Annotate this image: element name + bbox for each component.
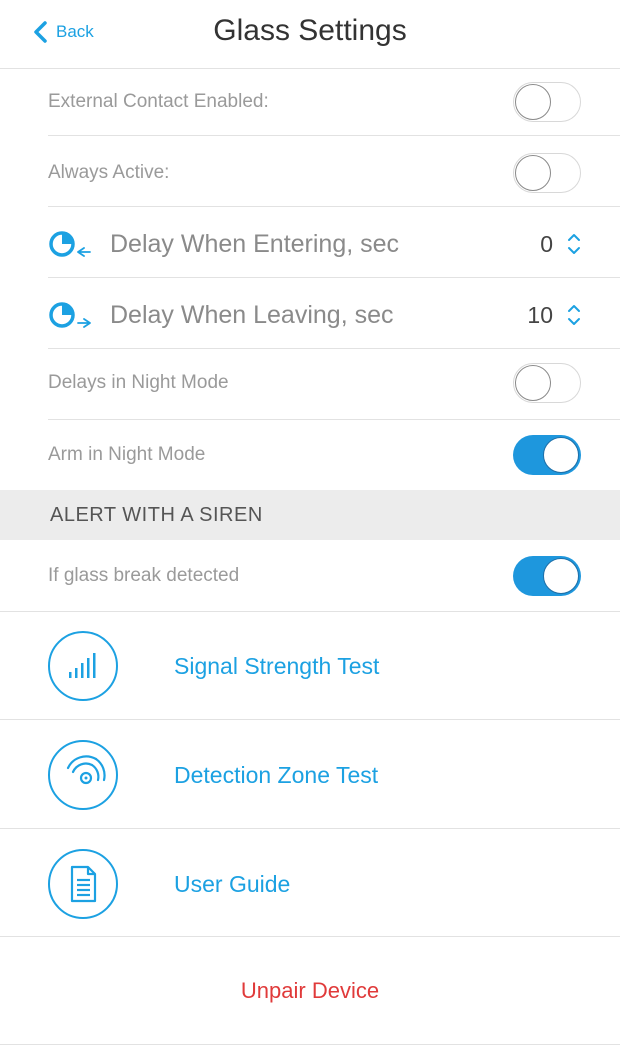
siren-section-header: ALERT WITH A SIREN <box>0 490 620 540</box>
arm-night-label: Arm in Night Mode <box>48 444 206 465</box>
delay-entering-stepper[interactable]: 0 <box>540 231 581 258</box>
delay-leaving-row: Delay When Leaving, sec 10 <box>48 293 581 337</box>
delays-night-label: Delays in Night Mode <box>48 372 229 393</box>
delay-leaving-stepper[interactable]: 10 <box>527 302 581 329</box>
signal-strength-icon <box>48 631 118 701</box>
divider <box>48 348 620 349</box>
always-active-toggle[interactable] <box>513 153 581 193</box>
divider <box>0 1044 620 1045</box>
unpair-device-button[interactable]: Unpair Device <box>0 978 620 1004</box>
stepper-arrows-icon[interactable] <box>567 303 581 327</box>
divider <box>48 135 620 136</box>
document-icon <box>48 849 118 919</box>
external-contact-label: External Contact Enabled: <box>48 91 269 112</box>
header: Back Glass Settings <box>0 0 620 68</box>
divider <box>0 936 620 937</box>
action-label: Signal Strength Test <box>174 652 380 679</box>
toggle-knob <box>515 84 551 120</box>
action-label: User Guide <box>174 870 291 897</box>
external-contact-row: External Contact Enabled: <box>48 80 581 124</box>
delays-night-row: Delays in Night Mode <box>48 361 581 405</box>
delay-leaving-value: 10 <box>527 301 553 328</box>
divider <box>0 719 620 720</box>
delay-entering-value: 0 <box>540 230 553 257</box>
glass-break-label: If glass break detected <box>48 565 240 586</box>
always-active-label: Always Active: <box>48 162 170 183</box>
timer-leaving-icon <box>49 302 91 328</box>
arm-night-toggle[interactable] <box>513 435 581 475</box>
divider <box>48 206 620 207</box>
signal-strength-test-button[interactable]: Signal Strength Test <box>48 629 608 703</box>
delay-entering-row: Delay When Entering, sec 0 <box>48 222 581 266</box>
stepper-arrows-icon[interactable] <box>567 232 581 256</box>
user-guide-button[interactable]: User Guide <box>48 847 608 921</box>
divider <box>48 277 620 278</box>
glass-break-row: If glass break detected <box>48 554 581 598</box>
detection-zone-icon <box>48 740 118 810</box>
toggle-knob <box>543 437 579 473</box>
toggle-knob <box>543 558 579 594</box>
delays-night-toggle[interactable] <box>513 363 581 403</box>
delay-entering-label: Delay When Entering, sec <box>110 229 400 258</box>
divider <box>0 68 620 69</box>
arm-night-row: Arm in Night Mode <box>48 433 581 477</box>
always-active-row: Always Active: <box>48 151 581 195</box>
divider <box>0 611 620 612</box>
divider <box>48 419 620 420</box>
detection-zone-test-button[interactable]: Detection Zone Test <box>48 738 608 812</box>
toggle-knob <box>515 155 551 191</box>
delay-leaving-label: Delay When Leaving, sec <box>110 300 394 329</box>
section-title: ALERT WITH A SIREN <box>50 504 263 526</box>
action-label: Detection Zone Test <box>174 761 379 788</box>
external-contact-toggle[interactable] <box>513 82 581 122</box>
toggle-knob <box>515 365 551 401</box>
timer-entering-icon <box>49 231 91 257</box>
divider <box>0 828 620 829</box>
page-title: Glass Settings <box>213 14 407 47</box>
glass-break-toggle[interactable] <box>513 556 581 596</box>
